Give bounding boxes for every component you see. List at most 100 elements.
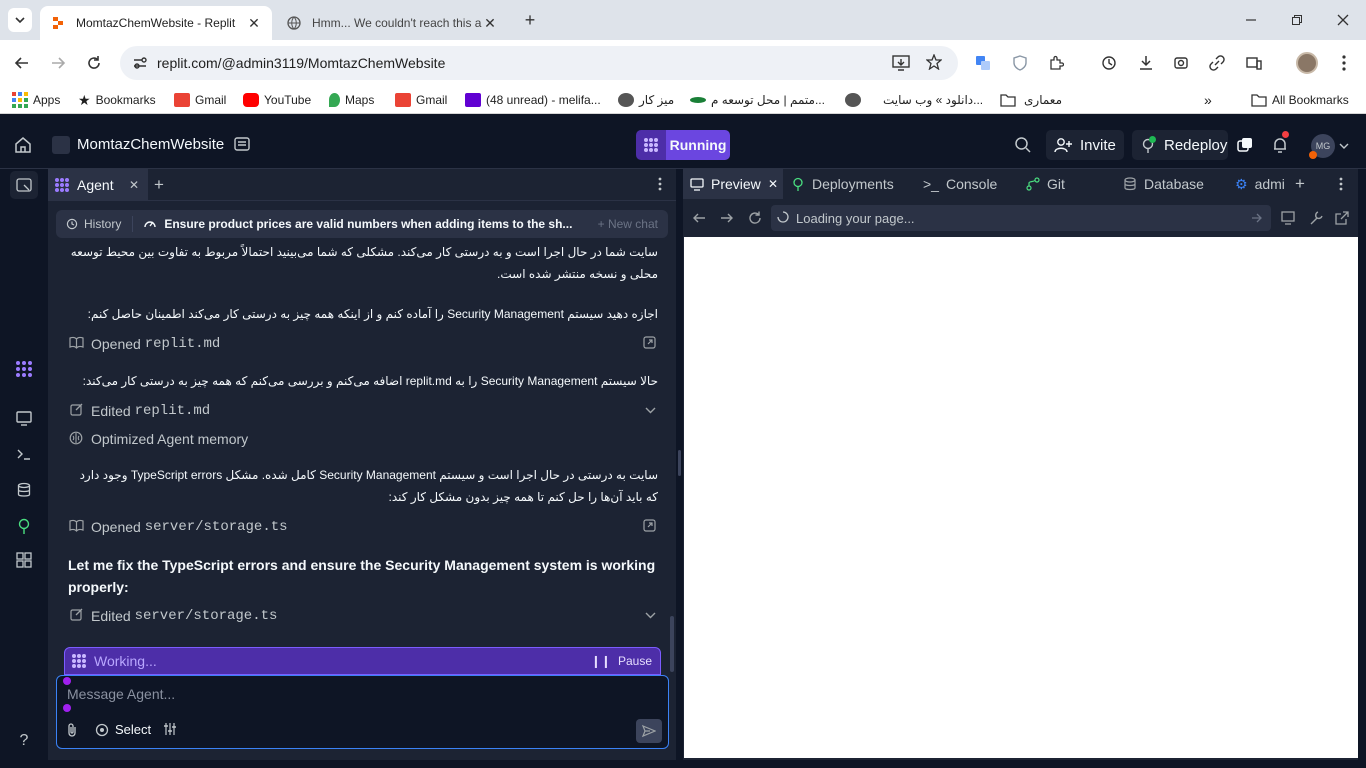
chevron-down-icon[interactable] — [1339, 139, 1349, 154]
close-tab-icon[interactable]: ✕ — [482, 15, 498, 32]
install-app-icon[interactable] — [892, 55, 910, 74]
chevron-down-icon[interactable] — [645, 403, 656, 419]
close-tab-icon[interactable]: ✕ — [246, 15, 262, 32]
more-options-icon[interactable] — [1339, 169, 1343, 199]
edit-icon — [68, 403, 84, 419]
browser-tab-replit[interactable]: MomtazChemWebsite - Replit ✕ — [40, 6, 272, 40]
site-settings-icon[interactable] — [132, 55, 148, 71]
preview-url-bar[interactable]: Loading your page... — [771, 205, 1271, 231]
bookmark-motamem[interactable]: متمم | محل توسعه م... — [690, 86, 825, 114]
bookmark-workspace[interactable]: میز کار — [618, 86, 674, 114]
action-edited-file[interactable]: Edited replit.md — [68, 400, 658, 422]
bookmark-gmail[interactable]: Gmail — [174, 86, 226, 114]
tab-agent[interactable]: Agent ✕ — [48, 169, 148, 201]
profile-avatar[interactable] — [1292, 40, 1322, 86]
search-icon[interactable] — [1014, 136, 1032, 157]
running-status-button[interactable]: Running — [666, 130, 730, 160]
send-button[interactable] — [636, 719, 662, 743]
bookmark-star-icon[interactable] — [925, 53, 943, 73]
git-icon — [1026, 177, 1040, 191]
go-arrow-icon[interactable] — [1251, 212, 1263, 227]
translate-extension-icon[interactable] — [968, 40, 998, 86]
history-button[interactable]: History — [66, 217, 121, 231]
home-icon[interactable] — [14, 136, 32, 157]
close-window-button[interactable] — [1328, 6, 1358, 34]
address-bar[interactable]: replit.com/@admin3119/MomtazChemWebsite — [120, 46, 958, 80]
panel-resize-handle[interactable] — [678, 450, 681, 476]
tab-database[interactable]: Database — [1123, 169, 1204, 199]
tab-search-button[interactable] — [8, 8, 32, 32]
tab-admin[interactable]: ⚙ admi — [1235, 169, 1285, 199]
open-external-icon[interactable] — [643, 519, 656, 535]
screenshot-icon[interactable] — [1166, 40, 1196, 86]
new-chat-button[interactable]: + New chat — [598, 217, 658, 231]
extensions-icon[interactable] — [1041, 40, 1071, 86]
bookmark-folder-architecture[interactable]: معماری — [1000, 86, 1062, 114]
history-icon[interactable] — [1094, 40, 1124, 86]
message-input[interactable]: Message Agent... — [67, 686, 175, 702]
notifications-icon[interactable] — [1271, 131, 1289, 157]
forward-button[interactable] — [43, 40, 73, 86]
minimize-button[interactable] — [1236, 6, 1266, 34]
all-bookmarks[interactable]: All Bookmarks — [1251, 86, 1349, 114]
preview-forward-icon[interactable] — [720, 211, 734, 228]
invite-button[interactable]: Invite — [1046, 130, 1124, 160]
preview-back-icon[interactable] — [692, 211, 706, 228]
pause-button[interactable]: ❙❙ Pause — [591, 654, 652, 668]
devtools-wrench-icon[interactable] — [1309, 211, 1323, 228]
back-button[interactable] — [7, 40, 37, 86]
redeploy-button[interactable]: Redeploy — [1132, 130, 1228, 160]
shell-icon[interactable] — [10, 440, 38, 468]
restore-button[interactable] — [1282, 6, 1312, 34]
bookmark-gmail-2[interactable]: Gmail — [395, 86, 447, 114]
file-tree-icon[interactable] — [234, 136, 250, 155]
close-tab-icon[interactable]: ✕ — [129, 178, 139, 192]
bookmark-bookmarks[interactable]: ★ Bookmarks — [78, 86, 156, 114]
help-icon[interactable]: ? — [10, 727, 38, 755]
action-opened-file[interactable]: Opened server/storage.ts — [68, 516, 658, 538]
action-opened-file[interactable]: Opened replit.md — [68, 333, 658, 355]
open-external-icon[interactable] — [643, 336, 656, 352]
project-name[interactable]: MomtazChemWebsite — [77, 136, 224, 153]
devices-icon[interactable] — [1281, 211, 1297, 228]
open-new-tab-icon[interactable] — [1335, 211, 1349, 228]
new-tab-button[interactable]: + — [1295, 169, 1305, 199]
scrollbar[interactable] — [670, 616, 674, 672]
bookmark-maps[interactable]: Maps — [329, 86, 374, 114]
more-options-icon[interactable] — [658, 177, 662, 194]
shield-extension-icon[interactable] — [1005, 40, 1035, 86]
chevron-down-icon[interactable] — [645, 608, 656, 624]
tab-git[interactable]: Git — [1026, 169, 1065, 199]
settings-sliders-icon[interactable] — [163, 722, 177, 739]
action-edited-file[interactable]: Edited server/storage.ts — [68, 605, 658, 627]
deployments-icon[interactable] — [10, 512, 38, 540]
bookmark-download[interactable]: دانلود » وب سایت... — [845, 86, 983, 114]
tab-deployments[interactable]: Deployments — [791, 169, 894, 199]
all-tools-icon[interactable] — [10, 546, 38, 574]
download-icon[interactable] — [1131, 40, 1161, 86]
preview-reload-icon[interactable] — [748, 211, 762, 228]
browser-menu-icon[interactable] — [1329, 40, 1359, 86]
copy-icon[interactable] — [1236, 136, 1254, 157]
reload-button[interactable] — [79, 40, 109, 86]
bookmark-youtube[interactable]: YouTube — [243, 86, 311, 114]
webview-icon[interactable] — [10, 404, 38, 432]
attach-icon[interactable] — [65, 722, 79, 741]
browser-tab-error[interactable]: Hmm... We couldn't reach this a ✕ — [276, 6, 508, 40]
tab-console[interactable]: >_ Console — [923, 169, 997, 199]
new-tab-button[interactable]: + — [518, 8, 542, 32]
select-button[interactable]: Select — [95, 722, 151, 737]
preview-frame[interactable] — [684, 237, 1358, 758]
tools-panel-button[interactable] — [10, 171, 38, 199]
database-icon[interactable] — [10, 476, 38, 504]
bookmark-yahoo-mail[interactable]: (48 unread) - melifa... — [465, 86, 601, 114]
run-icon[interactable] — [636, 130, 666, 160]
devices-icon[interactable] — [1239, 40, 1269, 86]
bookmarks-overflow-button[interactable]: » — [1204, 86, 1212, 114]
close-tab-icon[interactable]: ✕ — [768, 177, 778, 191]
tab-preview[interactable]: Preview ✕ — [683, 169, 783, 199]
agent-icon[interactable] — [10, 355, 38, 383]
new-tab-button[interactable]: + — [154, 175, 164, 195]
bookmark-apps[interactable]: Apps — [12, 86, 60, 114]
link-icon[interactable] — [1202, 40, 1232, 86]
